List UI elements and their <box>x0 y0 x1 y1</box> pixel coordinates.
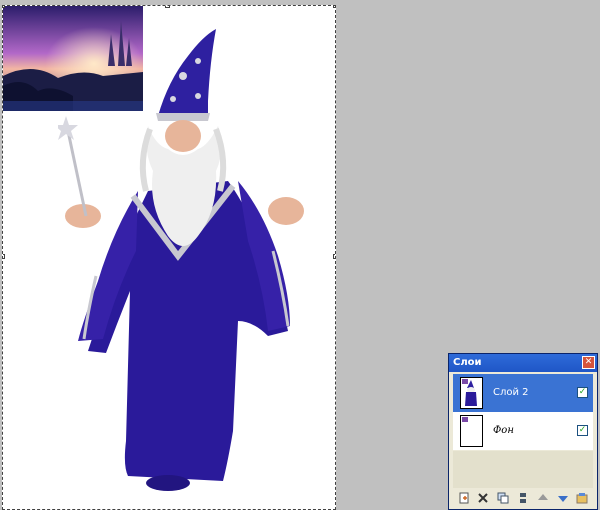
move-layer-up-icon[interactable] <box>536 492 549 505</box>
layer-visibility-checkbox[interactable]: ✓ <box>577 387 588 398</box>
wizard-figure-image <box>58 29 304 491</box>
layers-palette-title: Слои <box>453 357 482 368</box>
layers-toolbar <box>453 489 593 507</box>
selection-handle[interactable] <box>333 6 335 8</box>
layer-row-fon[interactable]: Фон ✓ <box>453 412 593 450</box>
selection-handle[interactable] <box>333 254 335 259</box>
layer-thumbnail <box>460 415 483 447</box>
new-layer-icon[interactable] <box>457 492 470 505</box>
close-icon[interactable]: ✕ <box>582 356 595 369</box>
layers-palette[interactable]: Слои ✕ Слой 2 ✓ Фон ✓ <box>448 353 598 510</box>
selection-handle[interactable] <box>3 6 5 8</box>
layer-name[interactable]: Фон <box>493 412 514 450</box>
layer-name[interactable]: Слой 2 <box>493 374 529 412</box>
canvas-area[interactable] <box>0 0 342 510</box>
selection-handle[interactable] <box>165 6 170 8</box>
layers-palette-titlebar[interactable]: Слои ✕ <box>449 354 597 372</box>
selection-handle[interactable] <box>3 254 5 259</box>
layer-thumbnail <box>460 377 483 409</box>
merge-layer-icon[interactable] <box>516 492 529 505</box>
delete-layer-icon[interactable] <box>477 492 490 505</box>
layer-visibility-checkbox[interactable]: ✓ <box>577 425 588 436</box>
image-canvas[interactable] <box>2 5 336 510</box>
duplicate-layer-icon[interactable] <box>497 492 510 505</box>
layers-list-empty-area <box>453 451 593 488</box>
move-layer-down-icon[interactable] <box>556 492 569 505</box>
layer-properties-icon[interactable] <box>576 492 589 505</box>
layer-row-sloi-2[interactable]: Слой 2 ✓ <box>453 374 593 412</box>
